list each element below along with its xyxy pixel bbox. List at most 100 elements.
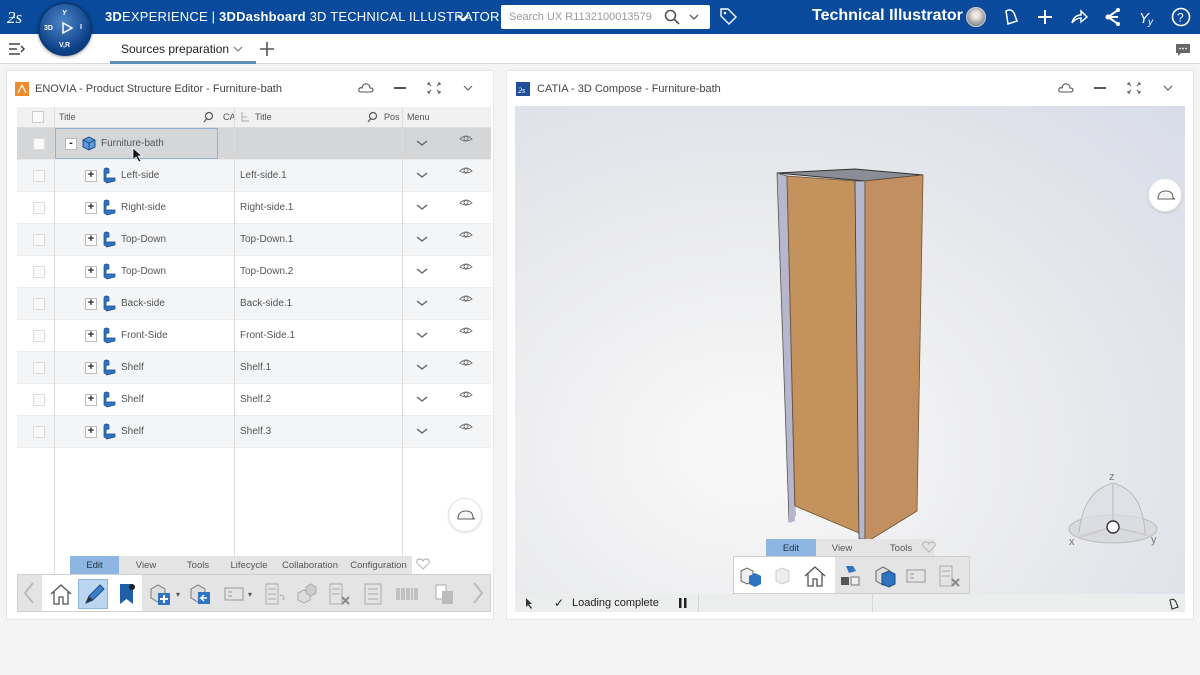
row-checkbox[interactable] <box>33 170 45 182</box>
widget-menu-chevron-icon[interactable] <box>1159 80 1177 96</box>
visibility-eye-icon[interactable] <box>459 390 473 400</box>
chevron-down-icon[interactable] <box>456 8 470 26</box>
tab-chevron-down-icon[interactable] <box>232 44 244 54</box>
notification-bell-icon[interactable] <box>1167 597 1180 610</box>
column-header-title[interactable]: Title <box>59 112 76 122</box>
visibility-eye-icon[interactable] <box>459 134 473 144</box>
row-checkbox[interactable] <box>33 330 45 342</box>
ghost-part-icon[interactable] <box>770 563 796 589</box>
row-checkbox[interactable] <box>33 298 45 310</box>
column-header-instance-title[interactable]: Title <box>255 112 272 122</box>
assembly-icon[interactable] <box>294 581 320 607</box>
cloud-icon[interactable] <box>1057 80 1075 96</box>
visibility-eye-icon[interactable] <box>459 166 473 176</box>
row-menu-chevron-icon[interactable] <box>415 330 429 340</box>
expand-icon[interactable]: + <box>85 298 97 310</box>
row-checkbox[interactable] <box>33 394 45 406</box>
row-title[interactable]: Right-side <box>121 202 166 213</box>
compass-icon[interactable]: Y 3D I V,R <box>38 2 92 56</box>
action-tab-edit[interactable]: Edit <box>70 556 119 574</box>
sidebar-toggle-icon[interactable] <box>8 42 26 56</box>
minimize-icon[interactable] <box>391 80 409 96</box>
row-title[interactable]: Top-Down <box>121 266 166 277</box>
help-icon[interactable]: ? <box>1170 6 1192 28</box>
row-menu-chevron-icon[interactable] <box>415 202 429 212</box>
select-all-checkbox[interactable] <box>32 111 44 123</box>
row-title[interactable]: Top-Down <box>121 234 166 245</box>
row-title[interactable]: Back-side <box>121 298 165 309</box>
column-search-icon[interactable] <box>367 111 379 123</box>
row-title[interactable]: Shelf <box>121 394 144 405</box>
row-checkbox[interactable] <box>33 234 45 246</box>
bookmark-icon[interactable] <box>114 581 140 607</box>
properties-list-icon[interactable] <box>360 581 386 607</box>
row-menu-chevron-icon[interactable] <box>415 298 429 308</box>
community-icon[interactable]: Yy <box>1136 6 1158 28</box>
remove-icon[interactable] <box>326 581 352 607</box>
visibility-eye-icon[interactable] <box>459 358 473 368</box>
home-icon[interactable] <box>802 563 828 589</box>
search-icon[interactable] <box>663 8 681 26</box>
add-icon[interactable] <box>1034 6 1056 28</box>
row-checkbox[interactable] <box>33 138 45 150</box>
maximize-icon[interactable] <box>1125 80 1143 96</box>
comments-icon[interactable] <box>1175 43 1191 57</box>
reorder-icon[interactable] <box>262 581 288 607</box>
share-icon[interactable] <box>1068 6 1090 28</box>
table-row[interactable]: + Shelf Shelf.2 <box>17 384 491 416</box>
column-search-icon[interactable] <box>203 111 215 123</box>
search-input[interactable]: Search UX R1132100013579 <box>509 11 652 23</box>
maximize-icon[interactable] <box>425 80 443 96</box>
cloud-icon[interactable] <box>357 80 375 96</box>
ds-logo-icon[interactable]: ƻs <box>6 5 32 29</box>
tag-icon[interactable] <box>717 6 739 28</box>
action-tab-edit[interactable]: Edit <box>766 539 816 557</box>
minimize-icon[interactable] <box>1091 80 1109 96</box>
column-header-menu[interactable]: Menu <box>407 112 430 122</box>
replace-icon[interactable] <box>222 581 248 607</box>
search-field[interactable]: Search UX R1132100013579 <box>501 5 710 29</box>
row-checkbox[interactable] <box>33 362 45 374</box>
widget-menu-chevron-icon[interactable] <box>459 80 477 96</box>
table-row[interactable]: + Left-side Left-side.1 <box>17 160 491 192</box>
table-row[interactable]: + Shelf Shelf.1 <box>17 352 491 384</box>
visibility-eye-icon[interactable] <box>459 326 473 336</box>
column-header-position[interactable]: Pos <box>384 112 400 122</box>
row-title[interactable]: Shelf <box>121 426 144 437</box>
action-tab-collaboration[interactable]: Collaboration <box>275 556 345 574</box>
pause-icon[interactable] <box>678 597 688 609</box>
table-row[interactable]: + Back-side Back-side.1 <box>17 288 491 320</box>
scroll-left-icon[interactable] <box>21 581 37 605</box>
dropdown-arrow-icon[interactable]: ▾ <box>248 590 252 599</box>
visibility-eye-icon[interactable] <box>459 294 473 304</box>
expand-icon[interactable]: + <box>85 234 97 246</box>
row-menu-chevron-icon[interactable] <box>415 266 429 276</box>
expand-icon[interactable]: + <box>85 426 97 438</box>
compose-part-icon[interactable] <box>738 563 764 589</box>
action-bar-favorite-icon[interactable] <box>921 540 937 554</box>
insert-new-part-icon[interactable] <box>148 581 174 607</box>
visibility-eye-icon[interactable] <box>459 422 473 432</box>
furniture-3d-model[interactable] <box>765 161 935 551</box>
assistant-helmet-button[interactable] <box>1148 178 1182 212</box>
expand-icon[interactable]: + <box>85 362 97 374</box>
visibility-eye-icon[interactable] <box>459 262 473 272</box>
action-tab-configuration[interactable]: Configuration <box>345 556 412 574</box>
explode-assembly-icon[interactable] <box>838 563 864 589</box>
barcode-icon[interactable] <box>394 581 420 607</box>
expand-icon[interactable]: + <box>85 394 97 406</box>
table-row[interactable]: - Furniture-bath <box>17 128 491 160</box>
notification-bell-icon[interactable] <box>1000 6 1022 28</box>
table-row[interactable]: + Shelf Shelf.3 <box>17 416 491 448</box>
row-menu-chevron-icon[interactable] <box>415 362 429 372</box>
table-row[interactable]: + Top-Down Top-Down.1 <box>17 224 491 256</box>
row-title[interactable]: Front-Side <box>121 330 168 341</box>
row-checkbox[interactable] <box>33 426 45 438</box>
avatar[interactable] <box>966 7 986 27</box>
replace-icon[interactable] <box>904 563 930 589</box>
row-menu-chevron-icon[interactable] <box>415 394 429 404</box>
expand-icon[interactable]: + <box>85 266 97 278</box>
expand-icon[interactable]: + <box>85 202 97 214</box>
3d-navigation-compass[interactable]: z x y <box>1063 471 1163 561</box>
row-menu-chevron-icon[interactable] <box>415 170 429 180</box>
